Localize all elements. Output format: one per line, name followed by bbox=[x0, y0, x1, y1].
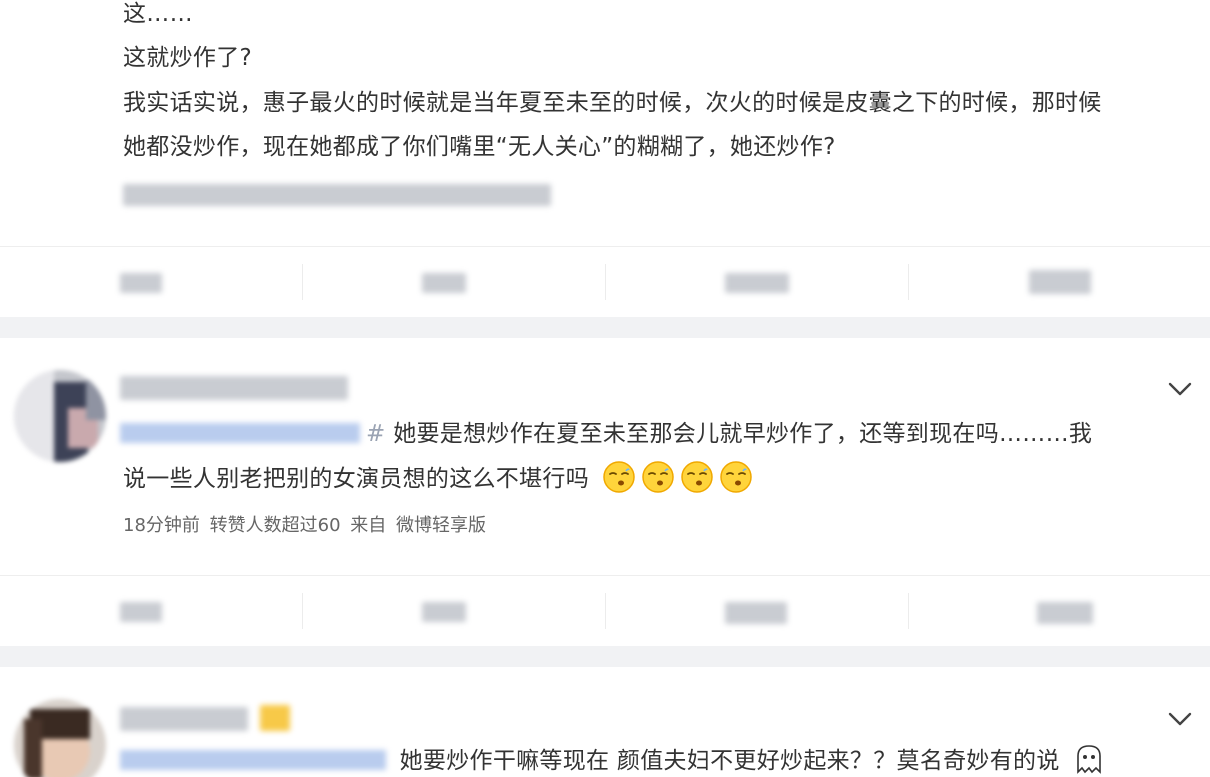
comment-action-bar bbox=[0, 575, 1210, 646]
comment-card: # 她要是想炒作在夏至未至那会儿就早炒作了，还等到现在吗………我 说一些人别老把… bbox=[0, 338, 1210, 646]
comment-text-line-1: 她要炒作干嘛等现在 颜值夫妇不更好炒起来？？莫名奇妙有的说 bbox=[120, 739, 1106, 777]
like-button[interactable] bbox=[606, 576, 908, 646]
share-button[interactable] bbox=[909, 576, 1210, 646]
comment-text: 她要炒作干嘛等现在 颜值夫妇不更好炒起来？？莫名奇妙有的说 bbox=[399, 748, 1060, 774]
vip-badge-icon bbox=[260, 705, 290, 731]
forward-button[interactable] bbox=[0, 247, 302, 317]
blurred-username[interactable] bbox=[120, 707, 248, 731]
blurred-like-label bbox=[725, 602, 787, 624]
blurred-forward-label bbox=[120, 602, 162, 622]
comment-text-line-1: # 她要是想炒作在夏至未至那会儿就早炒作了，还等到现在吗………我 bbox=[120, 412, 1092, 457]
blurred-comment-label bbox=[422, 602, 466, 622]
comment-card: 她要炒作干嘛等现在 颜值夫妇不更好炒起来？？莫名奇妙有的说 bbox=[0, 667, 1210, 777]
avatar[interactable] bbox=[14, 699, 106, 777]
chevron-down-icon[interactable] bbox=[1166, 378, 1194, 400]
sleepy-face-emoji-icon bbox=[641, 460, 674, 493]
hash-symbol: # bbox=[366, 421, 386, 447]
chevron-down-icon[interactable] bbox=[1166, 708, 1194, 730]
comment-text-line-2: 说一些人别老把别的女演员想的这么不堪行吗 bbox=[123, 457, 753, 502]
card-gap bbox=[0, 646, 1210, 667]
blurred-post-meta bbox=[123, 184, 551, 206]
blurred-mention[interactable] bbox=[120, 749, 386, 770]
sleepy-face-emoji-icon bbox=[602, 460, 635, 493]
blurred-share-label bbox=[1037, 602, 1093, 624]
blurred-share-label bbox=[1029, 270, 1091, 294]
avatar-image bbox=[14, 699, 106, 777]
share-button[interactable] bbox=[909, 247, 1210, 317]
avatar[interactable] bbox=[14, 370, 106, 462]
blurred-comment-label bbox=[422, 273, 466, 293]
post-action-bar bbox=[0, 246, 1210, 317]
sleepy-face-emoji-icon bbox=[719, 460, 752, 493]
blurred-like-label bbox=[725, 273, 789, 293]
like-button[interactable] bbox=[606, 247, 908, 317]
comment-meta: 18分钟前 转赞人数超过60 来自 微博轻享版 bbox=[123, 515, 486, 536]
sleepy-face-emoji-icon bbox=[680, 460, 713, 493]
weibo-feed: 这…… 这就炒作了? 我实话实说，惠子最火的时候就是当年夏至未至的时候，次火的时… bbox=[0, 0, 1210, 777]
comment-text: 她要是想炒作在夏至未至那会儿就早炒作了，还等到现在吗………我 bbox=[393, 421, 1093, 447]
post-text-line-2: 这就炒作了? bbox=[123, 45, 253, 71]
post-card: 这…… 这就炒作了? 我实话实说，惠子最火的时候就是当年夏至未至的时候，次火的时… bbox=[0, 0, 1210, 317]
post-text-line-3: 我实话实说，惠子最火的时候就是当年夏至未至的时候，次火的时候是皮囊之下的时候，那… bbox=[123, 90, 1102, 116]
blurred-username[interactable] bbox=[120, 376, 348, 400]
post-text-line-4: 她都没炒作，现在她都成了你们嘴里“无人关心”的糊糊了，她还炒作? bbox=[123, 134, 836, 160]
comment-button[interactable] bbox=[303, 247, 605, 317]
blurred-forward-label bbox=[120, 273, 162, 293]
card-gap bbox=[0, 317, 1210, 338]
forward-button[interactable] bbox=[0, 576, 302, 646]
post-text-line-1: 这…… bbox=[123, 1, 193, 27]
comment-text: 说一些人别老把别的女演员想的这么不堪行吗 bbox=[123, 466, 589, 492]
blurred-mention[interactable] bbox=[120, 422, 360, 443]
ghost-emoji-icon bbox=[1077, 744, 1102, 774]
comment-button[interactable] bbox=[303, 576, 605, 646]
avatar-image bbox=[14, 370, 106, 462]
